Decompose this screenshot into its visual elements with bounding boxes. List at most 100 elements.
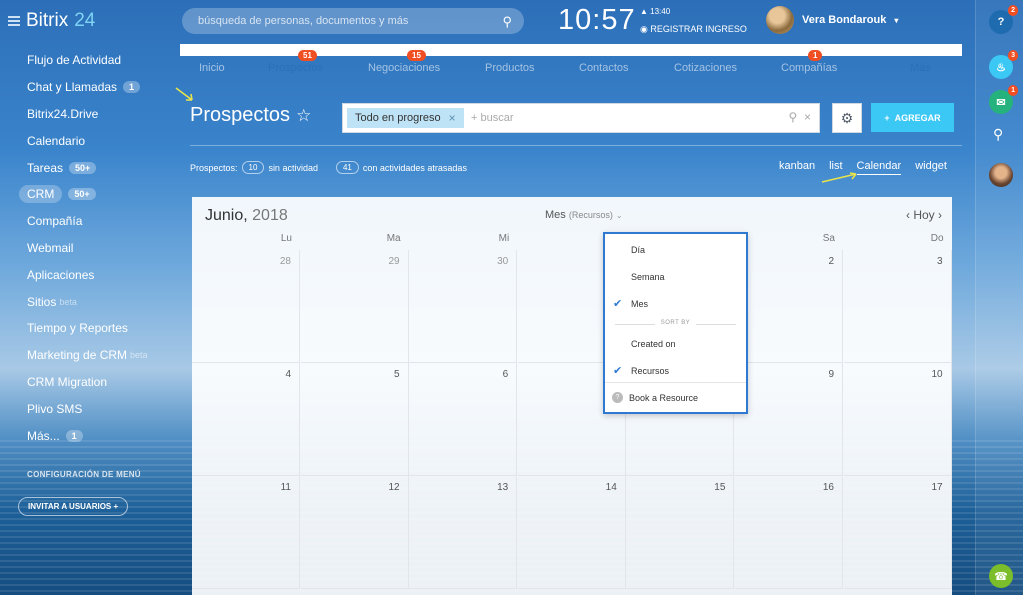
clock-side[interactable]: ▲ 13:40 ◉ REGISTRAR INGRESO xyxy=(640,7,747,35)
sidebar-item-12[interactable]: CRM Migration xyxy=(0,369,180,396)
register-checkin[interactable]: ◉ REGISTRAR INGRESO xyxy=(640,24,747,35)
tab-5[interactable]: Cotizaciones xyxy=(674,62,737,74)
view-2[interactable]: Calendar xyxy=(856,160,902,175)
filter-input[interactable]: + buscar xyxy=(471,112,514,124)
search-icon[interactable]: ⚲ xyxy=(502,14,512,30)
calendar-day[interactable]: 9 xyxy=(735,363,843,476)
calendar-day[interactable]: 29 xyxy=(300,250,409,363)
sidebar-item-label: Aplicaciones xyxy=(27,267,95,282)
tab-1[interactable]: Prospectos xyxy=(268,62,323,74)
weekday-label: Sa xyxy=(822,233,835,244)
tab-0[interactable]: Inicio xyxy=(199,62,225,74)
today-button: Hoy xyxy=(913,208,935,222)
tab-4[interactable]: Contactos xyxy=(579,62,629,74)
notifications-button[interactable]: ♨ 3 xyxy=(989,50,1018,79)
close-icon[interactable]: × xyxy=(449,111,456,125)
filter-search[interactable]: Todo en progreso × + buscar ⚲ × xyxy=(342,103,820,133)
filter-chip-label: Todo en progreso xyxy=(355,112,441,124)
calendar-day[interactable]: 4 xyxy=(192,363,300,476)
menu-item-book-resource[interactable]: ? Book a Resource xyxy=(605,390,746,408)
sidebar-item-4[interactable]: Tareas 50+ xyxy=(0,154,180,181)
calendar-day[interactable]: 17 xyxy=(843,476,952,589)
settings-button[interactable]: ⚙ xyxy=(832,103,862,133)
day-number: 9 xyxy=(828,369,834,380)
sidebar-item-3[interactable]: Calendario xyxy=(0,127,180,154)
calendar-day[interactable]: 13 xyxy=(409,476,518,589)
sidebar-item-label: CRM Migration xyxy=(27,374,108,389)
sidebar-item-6[interactable]: Compañía xyxy=(0,208,180,235)
overdue-count[interactable]: 41 xyxy=(335,161,359,174)
sidebar-item-11[interactable]: Marketing de CRM beta xyxy=(0,342,180,369)
tab-2[interactable]: Negociaciones xyxy=(368,62,440,74)
invite-users-button[interactable]: INVITAR A USUARIOS + xyxy=(18,497,129,516)
calendar-day[interactable]: 14 xyxy=(517,476,626,589)
tab-badge: 1 xyxy=(808,50,823,61)
chevron-down-icon: ▾ xyxy=(894,15,899,25)
sidebar-item-14[interactable]: Más... 1 xyxy=(0,422,180,449)
menu-config-link[interactable]: CONFIGURACIÓN DE MENÚ xyxy=(27,470,141,479)
sidebar-item-7[interactable]: Webmail xyxy=(0,235,180,262)
search-placeholder: búsqueda de personas, documentos y más xyxy=(198,15,409,27)
tab-3[interactable]: Productos xyxy=(485,62,535,74)
logo[interactable]: Bitrix 24 xyxy=(8,10,95,32)
view-0[interactable]: kanban xyxy=(779,160,815,175)
avatar[interactable] xyxy=(989,163,1013,187)
menu-item-recursos[interactable]: ✔ Recursos xyxy=(605,363,746,381)
view-3[interactable]: widget xyxy=(915,160,947,175)
calendar-day[interactable]: 3 xyxy=(843,250,952,363)
tab-7[interactable]: Más xyxy=(910,62,931,74)
sidebar-item-label: Tareas xyxy=(27,160,64,175)
user-name: Vera Bondarouk xyxy=(802,14,887,26)
prospect-stats: Prospectos: 10 sin actividad 41 con acti… xyxy=(190,161,467,174)
filter-chip[interactable]: Todo en progreso × xyxy=(347,108,464,128)
calendar-day[interactable]: 11 xyxy=(192,476,300,589)
global-search[interactable]: búsqueda de personas, documentos y más ⚲ xyxy=(182,8,524,34)
menu-item-created-on[interactable]: Created on xyxy=(605,336,746,354)
calendar-day[interactable]: 16 xyxy=(735,476,843,589)
beta-badge: beta xyxy=(59,296,77,307)
search-icon[interactable]: ⚲ xyxy=(993,126,1003,143)
user-menu[interactable]: Vera Bondarouk ▾ xyxy=(766,6,898,34)
inactive-count[interactable]: 10 xyxy=(241,161,265,174)
help-icon: ? xyxy=(612,392,623,403)
calendar-day[interactable]: 10 xyxy=(843,363,952,476)
sidebar-item-10[interactable]: Tiempo y Reportes xyxy=(0,315,180,342)
sidebar-item-13[interactable]: Plivo SMS xyxy=(0,395,180,422)
menu-item-dia[interactable]: Día xyxy=(605,242,746,260)
calendar-day[interactable]: 12 xyxy=(300,476,409,589)
calendar-day[interactable]: 30 xyxy=(409,250,518,363)
sidebar-item-label: Sitios xyxy=(27,294,57,309)
calendar-day[interactable]: 6 xyxy=(409,363,518,476)
calendar-grid: 28 29 30 2 3 4 5 6 9 10 11 12 13 14 15 16 17 xyxy=(192,250,952,595)
hamburger-icon[interactable] xyxy=(8,16,20,26)
sidebar-item-label: Tiempo y Reportes xyxy=(27,321,128,336)
prev-icon: ‹ xyxy=(905,208,910,222)
calendar-day[interactable]: 2 xyxy=(735,250,843,363)
menu-item-semana[interactable]: Semana xyxy=(605,269,746,287)
sidebar-item-1[interactable]: Chat y Llamadas 1 xyxy=(0,74,180,101)
logo-text: Bitrix xyxy=(26,10,69,31)
tab-badge: 51 xyxy=(298,50,317,61)
help-button[interactable]: ? 2 xyxy=(989,5,1018,34)
sidebar-item-8[interactable]: Aplicaciones xyxy=(0,261,180,288)
calendar-day[interactable]: 15 xyxy=(626,476,735,589)
count-badge: 50+ xyxy=(69,161,97,174)
add-button[interactable]: + AGREGAR xyxy=(871,103,954,132)
calendar-mode-select[interactable]: Mes (Recursos) ⌄ xyxy=(545,209,623,221)
tab-6[interactable]: Compañías xyxy=(781,62,837,74)
menu-item-mes[interactable]: ✔ Mes xyxy=(605,296,746,314)
sidebar-item-5[interactable]: CRM 50+ xyxy=(0,181,180,208)
sidebar-item-2[interactable]: Bitrix24.Drive xyxy=(0,101,180,128)
chat-button[interactable]: ✉ 1 xyxy=(989,85,1018,114)
star-icon[interactable]: ☆ xyxy=(296,106,311,125)
calendar-day[interactable]: 5 xyxy=(300,363,409,476)
search-clear-icons[interactable]: ⚲ × xyxy=(789,110,811,124)
invite-label: INVITAR A USUARIOS xyxy=(28,502,112,511)
clock: 10:57 xyxy=(558,4,636,36)
calendar-nav[interactable]: ‹ Hoy › xyxy=(906,208,942,222)
calendar-day[interactable]: 28 xyxy=(192,250,300,363)
sidebar-item-0[interactable]: Flujo de Actividad xyxy=(0,47,180,74)
phone-button[interactable]: ☎ xyxy=(989,564,1013,588)
avatar[interactable] xyxy=(766,6,794,34)
sidebar-item-9[interactable]: Sitios beta xyxy=(0,288,180,315)
